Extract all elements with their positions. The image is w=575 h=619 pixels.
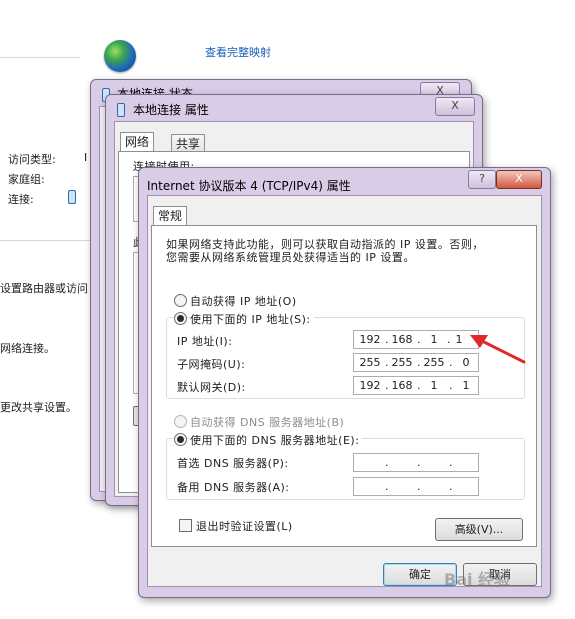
manual-ip-radio[interactable] <box>174 312 187 325</box>
ipv4-close-button[interactable]: X <box>496 170 542 189</box>
mask-dot: . <box>417 356 421 369</box>
gw-dot: . <box>449 379 453 392</box>
ip-octet-2: 168 <box>391 333 413 346</box>
gw-dot: . <box>385 379 389 392</box>
manual-ip-label[interactable]: 使用下面的 IP 地址(S): <box>190 311 314 327</box>
auto-ip-radio[interactable] <box>174 294 187 307</box>
adapter-icon <box>68 190 76 204</box>
manual-dns-label[interactable]: 使用下面的 DNS 服务器地址(E): <box>190 432 363 448</box>
network-connection-text: 网络连接。 <box>0 342 55 355</box>
dns-dot: . <box>417 480 421 493</box>
gw-octet-1: 192 <box>359 379 381 392</box>
gateway-field[interactable]: 192 . 168 . 1 . 1 <box>353 376 479 395</box>
ip-dot: . <box>417 333 421 346</box>
gw-octet-3: 1 <box>430 379 438 392</box>
top-divider <box>0 57 80 58</box>
dns-dot: . <box>385 456 389 469</box>
dns-dot: . <box>449 480 453 493</box>
auto-ip-label[interactable]: 自动获得 IP 地址(O) <box>190 293 297 309</box>
middle-divider <box>0 240 90 241</box>
access-type-value-fragment: I <box>84 151 88 164</box>
preferred-dns-field[interactable]: . . . <box>353 453 479 472</box>
validate-on-exit-checkbox[interactable] <box>179 519 192 532</box>
homegroup-label: 家庭组: <box>8 173 45 186</box>
alternate-dns-label: 备用 DNS 服务器(A): <box>177 481 290 494</box>
gw-octet-4: 1 <box>462 379 470 392</box>
auto-dns-radio[interactable] <box>174 415 187 428</box>
help-button[interactable]: ? <box>468 170 496 189</box>
network-globe-icon <box>104 40 136 72</box>
gw-octet-2: 168 <box>391 379 413 392</box>
annotation-arrow-icon <box>470 335 526 364</box>
tab-general[interactable]: 常规 <box>153 206 188 225</box>
subnet-mask-label: 子网掩码(U): <box>177 358 246 371</box>
view-full-map-link[interactable]: 查看完整映射 <box>205 44 271 60</box>
ipv4-dialog-title: Internet 协议版本 4 (TCP/IPv4) 属性 <box>147 179 351 193</box>
ip-dot: . <box>447 333 451 346</box>
mask-dot: . <box>449 356 453 369</box>
ip-octet-1: 192 <box>359 333 381 346</box>
ip-dot: . <box>385 333 389 346</box>
tab-sharing[interactable]: 共享 <box>171 134 206 151</box>
access-type-label: 访问类型: <box>8 153 56 166</box>
connection-label: 连接: <box>8 193 34 206</box>
ip-address-label: IP 地址(I): <box>177 335 233 348</box>
preferred-dns-label: 首选 DNS 服务器(P): <box>177 457 289 470</box>
manual-dns-radio[interactable] <box>174 433 187 446</box>
description-line-2: 您需要从网络系统管理员处获得适当的 IP 设置。 <box>166 251 415 264</box>
ip-octet-3: 1 <box>430 333 438 346</box>
properties-window-title: 本地连接 属性 <box>133 103 209 117</box>
auto-dns-label[interactable]: 自动获得 DNS 服务器地址(B) <box>190 414 344 430</box>
advanced-button[interactable]: 高级(V)... <box>435 518 523 541</box>
properties-window-close-button[interactable]: X <box>435 97 475 116</box>
validate-on-exit-label[interactable]: 退出时验证设置(L) <box>196 518 293 534</box>
dns-dot: . <box>385 480 389 493</box>
ip-address-field[interactable]: 192 . 168 . 1 . 1 <box>353 330 479 349</box>
mask-octet-3: 255 <box>423 356 445 369</box>
change-sharing-text: 更改共享设置。 <box>0 401 77 414</box>
mask-dot: . <box>385 356 389 369</box>
watermark: Bai 经验 <box>444 570 511 589</box>
dns-dot: . <box>449 456 453 469</box>
properties-window-icon <box>117 103 125 117</box>
gateway-label: 默认网关(D): <box>177 381 246 394</box>
gw-dot: . <box>417 379 421 392</box>
alternate-dns-field[interactable]: . . . <box>353 477 479 496</box>
general-tab-panel: 如果网络支持此功能，则可以获取自动指派的 IP 设置。否则， 您需要从网络系统管… <box>151 225 537 547</box>
ipv4-dialog: Internet 协议版本 4 (TCP/IPv4) 属性 ? X 常规 如果网… <box>138 167 551 598</box>
ipv4-dialog-body: 常规 如果网络支持此功能，则可以获取自动指派的 IP 设置。否则， 您需要从网络… <box>147 195 542 587</box>
mask-octet-1: 255 <box>359 356 381 369</box>
mask-octet-2: 255 <box>391 356 413 369</box>
dns-dot: . <box>417 456 421 469</box>
tab-network[interactable]: 网络 <box>120 132 155 151</box>
setup-router-text: 设置路由器或访问 <box>0 282 88 295</box>
subnet-mask-field[interactable]: 255 . 255 . 255 . 0 <box>353 353 479 372</box>
